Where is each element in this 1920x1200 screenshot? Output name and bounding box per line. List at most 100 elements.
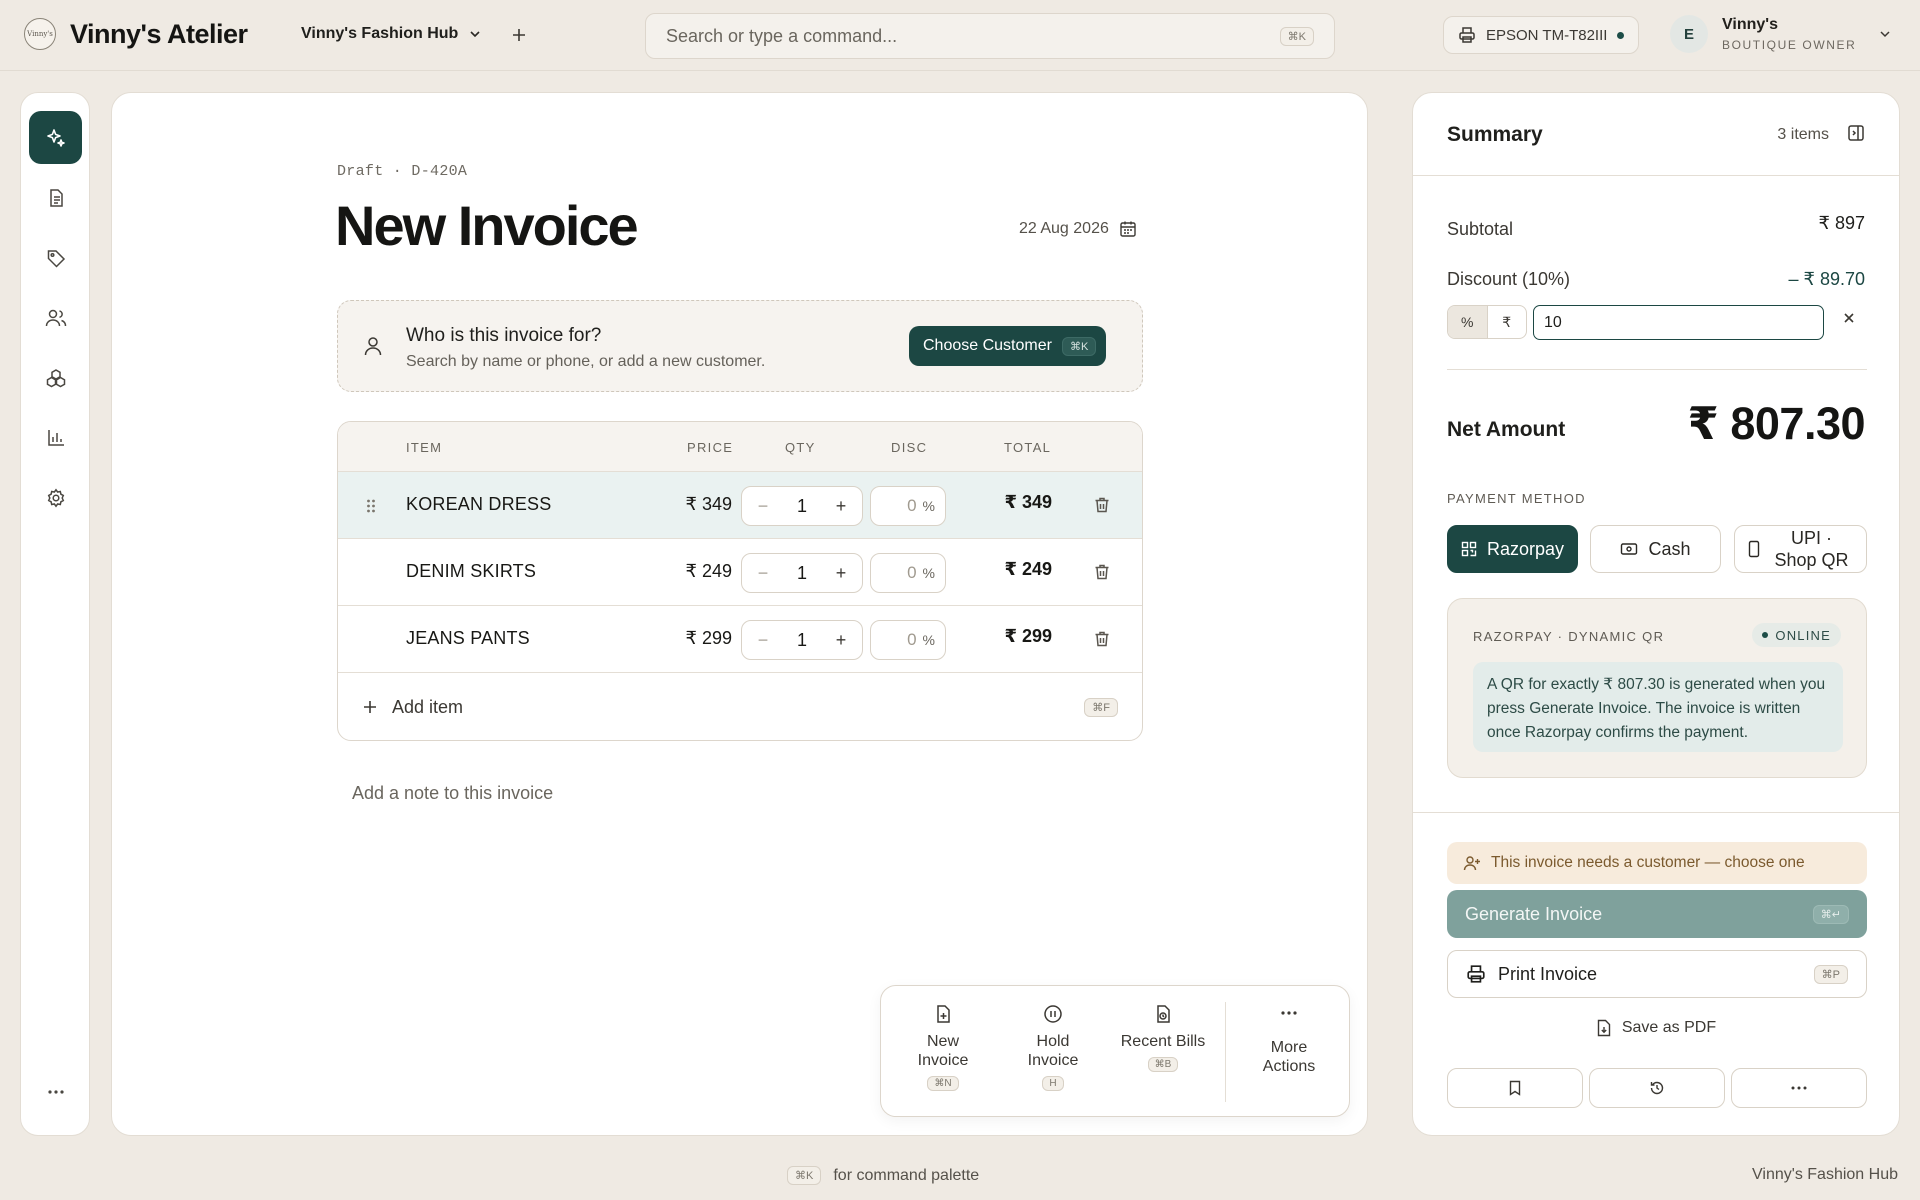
person-icon — [362, 335, 384, 357]
choose-customer-label: Choose Customer — [923, 337, 1052, 354]
page-title: New Invoice — [335, 194, 639, 257]
print-invoice-label: Print Invoice — [1498, 963, 1598, 984]
item-total: ₹ 249 — [1004, 559, 1052, 579]
search-input[interactable] — [666, 25, 1280, 47]
increment-button[interactable]: + — [830, 630, 852, 651]
store-name: Vinny's Fashion Hub — [301, 25, 459, 42]
user-menu[interactable]: E Vinny's BOUTIQUE OWNER — [1670, 15, 1892, 53]
invoice-note-input[interactable]: Add a note to this invoice — [352, 783, 553, 804]
printer-name: EPSON TM-T82III — [1486, 26, 1608, 44]
quantity-value[interactable]: 1 — [797, 563, 807, 584]
more-actions-button[interactable]: More Actions — [1239, 1004, 1339, 1076]
drag-handle-icon[interactable] — [366, 498, 376, 514]
payment-razorpay[interactable]: Razorpay — [1447, 525, 1578, 573]
save-pdf-button[interactable]: Save as PDF — [1413, 1019, 1899, 1037]
summary-header: Summary 3 items — [1413, 93, 1899, 176]
user-role: BOUTIQUE OWNER — [1722, 38, 1857, 52]
item-price: ₹ 299 — [685, 628, 733, 648]
nav-new-sale[interactable] — [29, 111, 82, 164]
settings-icon — [46, 488, 66, 508]
quantity-value[interactable]: 1 — [797, 496, 807, 517]
decrement-button[interactable]: − — [752, 563, 774, 584]
nav-inventory[interactable] — [29, 351, 82, 404]
discount-mode-amount[interactable]: ₹ — [1486, 306, 1527, 338]
nav-more[interactable] — [29, 1065, 82, 1118]
discount-field[interactable]: 0 % — [870, 620, 946, 660]
nav-reports[interactable] — [29, 411, 82, 464]
more-icon — [1279, 1010, 1299, 1016]
nav-customers[interactable] — [29, 291, 82, 344]
more-icon — [46, 1089, 66, 1095]
nav-settings[interactable] — [29, 471, 82, 524]
payment-method-label: PAYMENT METHOD — [1447, 491, 1586, 506]
print-invoice-button[interactable]: Print Invoice ⌘P — [1447, 950, 1867, 998]
new-invoice-shortcut: ⌘N — [927, 1076, 959, 1091]
nav-invoices[interactable] — [29, 171, 82, 224]
customer-warning-text: This invoice needs a customer — choose o… — [1491, 854, 1805, 871]
add-item-button[interactable]: Add item ⌘F — [338, 673, 1142, 740]
store-switcher[interactable]: Vinny's Fashion Hub — [301, 25, 482, 43]
cash-icon — [1620, 542, 1638, 556]
item-name: DENIM SKIRTS — [406, 561, 537, 581]
increment-button[interactable]: + — [830, 563, 852, 584]
generate-invoice-button[interactable]: Generate Invoice ⌘↵ — [1447, 890, 1867, 938]
discount-field[interactable]: 0 % — [870, 486, 946, 526]
decrement-button[interactable]: − — [752, 630, 774, 651]
line-items-table: ITEM PRICE QTY DISC TOTAL KOREAN DRESS ₹… — [337, 421, 1143, 741]
table-row[interactable]: JEANS PANTS ₹ 299 − 1 + 0 % ₹ 299 — [338, 606, 1142, 673]
discount-amount: – ₹ 89.70 — [1788, 269, 1865, 289]
recent-bills-button[interactable]: Recent Bills ⌘B — [1113, 1004, 1213, 1072]
new-invoice-button[interactable]: New Invoice ⌘N — [893, 1004, 993, 1091]
print-invoice-shortcut: ⌘P — [1813, 964, 1848, 984]
save-pdf-label: Save as PDF — [1621, 1019, 1717, 1036]
discount-field[interactable]: 0 % — [870, 553, 946, 593]
history-button[interactable] — [1589, 1068, 1725, 1108]
generate-invoice-label: Generate Invoice — [1465, 903, 1603, 924]
boxes-icon — [45, 367, 67, 389]
top-bar: Vinny's Vinny's Atelier Vinny's Fashion … — [0, 0, 1920, 71]
bookmark-button[interactable] — [1447, 1068, 1583, 1108]
collapse-panel-icon[interactable] — [1847, 124, 1865, 142]
discount-input[interactable] — [1533, 305, 1824, 340]
printer-status[interactable]: EPSON TM-T82III — [1443, 16, 1640, 54]
quantity-value[interactable]: 1 — [797, 630, 807, 651]
payment-upi[interactable]: UPI · Shop QR — [1734, 525, 1867, 573]
invoice-date[interactable]: 22 Aug 2026 — [1019, 220, 1137, 238]
decrement-button[interactable]: − — [752, 496, 774, 517]
command-search[interactable]: ⌘K — [645, 13, 1335, 59]
trash-icon[interactable] — [1093, 630, 1111, 648]
trash-icon[interactable] — [1093, 563, 1111, 581]
item-name: KOREAN DRESS — [406, 494, 552, 514]
trash-icon[interactable] — [1093, 496, 1111, 514]
divider — [1225, 1002, 1226, 1102]
command-palette-hint-text: for command palette — [833, 1166, 980, 1184]
more-actions-label: More Actions — [1262, 1039, 1316, 1075]
net-amount-value: ₹ 807.30 — [1687, 398, 1866, 449]
close-icon[interactable] — [1842, 311, 1856, 325]
customer-hint: Search by name or phone, or add a new cu… — [406, 353, 766, 370]
quantity-stepper: − 1 + — [741, 620, 863, 660]
command-palette-shortcut: ⌘K — [787, 1166, 822, 1185]
user-plus-icon — [1463, 855, 1481, 871]
add-store-button[interactable] — [506, 22, 532, 48]
item-count: 3 items — [1777, 126, 1829, 143]
new-document-icon — [933, 1004, 953, 1024]
payment-cash[interactable]: Cash — [1590, 525, 1721, 573]
sparkle-icon — [45, 127, 67, 149]
choose-customer-shortcut: ⌘K — [1061, 336, 1097, 356]
bookmark-icon — [1508, 1080, 1522, 1096]
calendar-icon — [1119, 220, 1137, 238]
table-row[interactable]: KOREAN DRESS ₹ 349 − 1 + 0 % ₹ 349 — [338, 472, 1142, 539]
discount-mode-percent[interactable]: % — [1448, 306, 1487, 338]
col-disc: DISC — [891, 440, 928, 455]
brand[interactable]: Vinny's Vinny's Atelier — [24, 18, 248, 50]
more-options-button[interactable] — [1731, 1068, 1867, 1108]
choose-customer-button[interactable]: Choose Customer ⌘K — [909, 326, 1107, 366]
nav-products[interactable] — [29, 231, 82, 284]
table-row[interactable]: DENIM SKIRTS ₹ 249 − 1 + 0 % ₹ 249 — [338, 539, 1142, 606]
hold-invoice-button[interactable]: Hold Invoice H — [1003, 1004, 1103, 1091]
phone-icon — [1748, 540, 1760, 558]
recent-bills-label: Recent Bills — [1120, 1033, 1206, 1050]
customer-picker[interactable]: Who is this invoice for? Search by name … — [337, 300, 1143, 392]
increment-button[interactable]: + — [830, 496, 852, 517]
